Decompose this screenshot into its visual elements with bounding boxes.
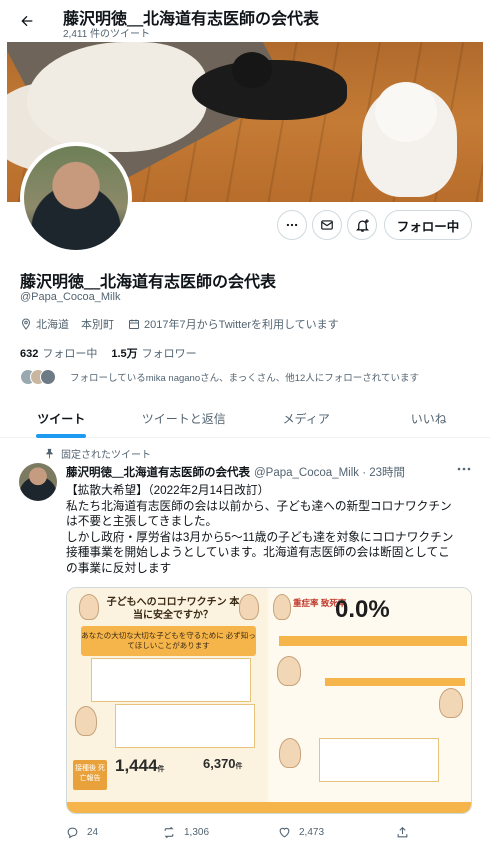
tab-tweets[interactable]: ツイート xyxy=(0,400,123,437)
pinned-label: 固定されたツイート xyxy=(44,446,151,461)
tweet-count: 2,411 件のツイート xyxy=(63,29,151,40)
flyer-band xyxy=(279,636,467,646)
flyer-box xyxy=(91,658,251,702)
person-illustration xyxy=(273,594,291,620)
followed-by-row[interactable]: フォローしているmika naganoさん、まっくさん、他12人にフォローされて… xyxy=(20,368,419,386)
flyer-left: 子どもへのコロナワクチン 本当に安全ですか？ あなたの大切な大切な子どもを守るた… xyxy=(67,588,267,813)
share-icon xyxy=(397,826,408,837)
follow-counts: 632 フォロー中 1.5万 フォロワー xyxy=(20,345,197,361)
top-bar: 藤沢明徳＿北海道有志医師の会代表 2,411 件のツイート xyxy=(0,0,490,42)
location-icon xyxy=(20,318,32,330)
share-button[interactable] xyxy=(396,826,409,839)
pin-icon xyxy=(44,448,55,459)
tab-tweets-replies[interactable]: ツイートと返信 xyxy=(123,400,246,437)
tweet-author-name[interactable]: 藤沢明徳＿北海道有志医師の会代表 xyxy=(66,464,250,480)
flyer-band: あなたの大切な大切な子どもを守るために 必ず知ってほしいことがあります xyxy=(81,626,256,656)
followers-link[interactable]: 1.5万 フォロワー xyxy=(111,345,196,361)
profile-tabs: ツイート ツイートと返信 メディア いいね xyxy=(0,400,490,438)
flyer-band xyxy=(325,678,465,686)
heart-icon xyxy=(279,827,290,837)
joined-text: 2017年7月からTwitterを利用しています xyxy=(144,319,339,331)
following-button[interactable]: フォロー中 xyxy=(384,210,472,240)
like-button[interactable]: 2,473 xyxy=(278,826,396,839)
person-illustration xyxy=(279,738,301,768)
notify-button[interactable] xyxy=(347,210,377,240)
tweet-image[interactable]: 子どもへのコロナワクチン 本当に安全ですか？ あなたの大切な大切な子どもを守るた… xyxy=(66,587,472,814)
back-arrow-icon[interactable] xyxy=(14,8,40,34)
flyer-box xyxy=(115,704,255,748)
black-cat-head xyxy=(232,52,272,88)
tweet-actions: 24 1,306 2,473 xyxy=(66,822,476,842)
following-link[interactable]: 632 フォロー中 xyxy=(20,345,97,361)
calendar-icon xyxy=(128,318,140,330)
child-illustration xyxy=(277,656,301,686)
retweet-icon xyxy=(164,826,174,838)
more-options-button[interactable] xyxy=(277,210,307,240)
flyer-title: 子どもへのコロナワクチン 本当に安全ですか？ xyxy=(106,597,240,621)
tweet-author-avatar[interactable] xyxy=(19,463,57,501)
tab-likes[interactable]: いいね xyxy=(368,400,490,437)
flyer-footer xyxy=(67,802,471,813)
profile-avatar[interactable] xyxy=(20,142,132,254)
tweet-handle-time[interactable]: @Papa_Cocoa_Milk · 23時間 xyxy=(254,464,405,480)
retweet-button[interactable]: 1,306 xyxy=(162,826,278,839)
bell-plus-icon xyxy=(355,218,369,232)
reply-button[interactable]: 24 xyxy=(66,826,162,839)
profile-handle: @Papa_Cocoa_Milk xyxy=(20,291,121,303)
reply-icon xyxy=(67,827,78,838)
tweet-text: 【拡散大希望】（2022年2月14日改訂） 私たち北海道有志医師の会は以前から、… xyxy=(66,484,454,575)
profile-meta: 北海道 本別町 2017年7月からTwitterを利用しています xyxy=(20,316,339,332)
more-icon xyxy=(286,223,298,227)
location-text-2: 本別町 xyxy=(81,319,114,331)
tweet-header: 藤沢明徳＿北海道有志医師の会代表 @Papa_Cocoa_Milk · 23時間 xyxy=(66,464,405,480)
tab-media[interactable]: メディア xyxy=(245,400,368,437)
flyer-right: 重症率 致死率 0.0% xyxy=(269,588,471,813)
doctor-illustration xyxy=(75,706,97,736)
profile-name: 藤沢明徳＿北海道有志医師の会代表 xyxy=(20,274,277,291)
flyer-big-value: 0.0% xyxy=(335,596,390,623)
message-button[interactable] xyxy=(312,210,342,240)
followed-by-text: フォローしているmika naganoさん、まっくさん、他12人にフォローされて… xyxy=(70,373,420,384)
mini-avatar xyxy=(40,369,56,385)
tweet-more-icon[interactable] xyxy=(455,462,473,476)
location-text: 北海道 xyxy=(36,319,69,331)
doctor-illustration xyxy=(79,594,99,620)
flyer-box xyxy=(319,738,439,782)
flyer-stat-label: 接種後 死亡報告 xyxy=(73,760,107,790)
poodle-head xyxy=(375,82,437,142)
envelope-icon xyxy=(321,220,333,230)
doctor-illustration xyxy=(439,688,463,718)
flyer-stat-2: 6,370件 xyxy=(203,756,243,771)
